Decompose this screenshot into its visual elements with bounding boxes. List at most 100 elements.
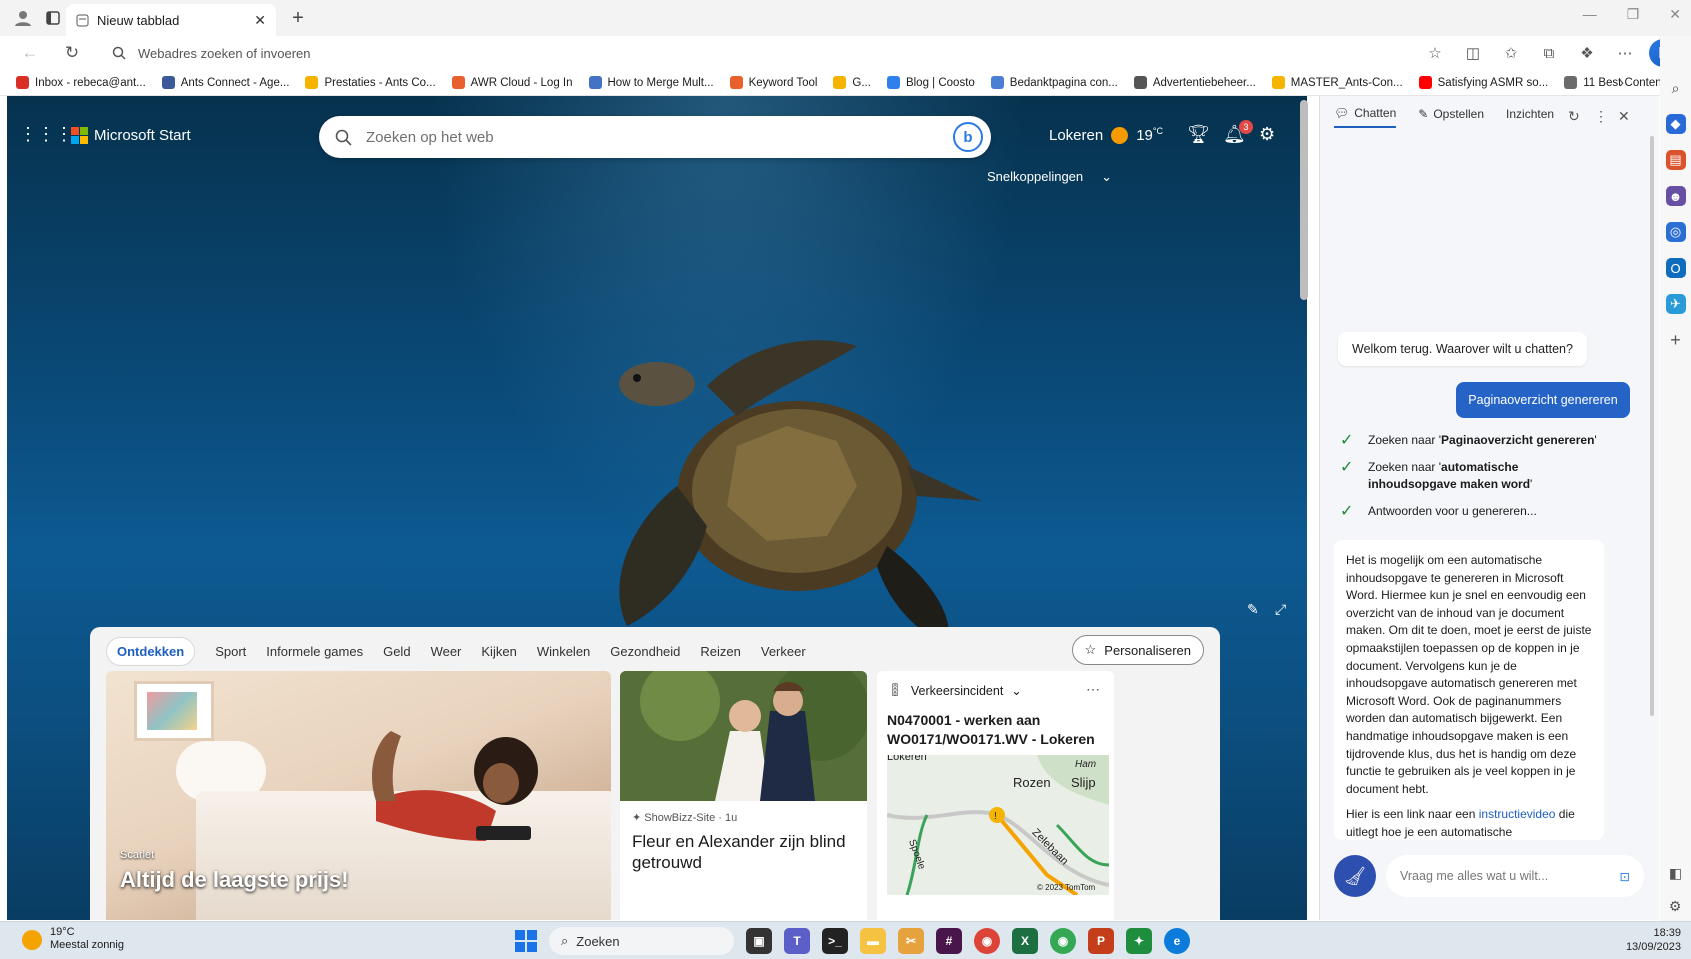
taskbar-weather[interactable]: 19°C Meestal zonnig — [22, 926, 124, 952]
bookmark-item[interactable]: Satisfying ASMR so... — [1418, 76, 1548, 89]
bookmark-item[interactable]: Advertentiebeheer... — [1133, 76, 1256, 89]
bookmark-item[interactable]: Prestaties - Ants Co... — [305, 76, 436, 89]
restore-icon[interactable]: ❐ — [1627, 6, 1640, 23]
copilot-scrollbar[interactable] — [1650, 136, 1654, 716]
browser-tab[interactable]: Nieuw tabblad ✕ — [66, 4, 276, 36]
weather-widget[interactable]: Lokeren 19°C — [1049, 126, 1163, 144]
terminal-icon[interactable]: >_ — [822, 928, 848, 954]
tab-insights[interactable]: Inzichten — [1506, 107, 1554, 127]
chrome-profile-icon[interactable]: ◉ — [1050, 928, 1076, 954]
feed-tab[interactable]: Reizen — [700, 644, 740, 659]
outlook-icon[interactable]: O — [1665, 258, 1686, 278]
tools-icon[interactable]: ▤ — [1665, 150, 1686, 170]
tab-compose[interactable]: ✎ Opstellen — [1418, 107, 1484, 127]
collections-icon[interactable]: ⧉ — [1535, 39, 1563, 67]
bookmark-item[interactable]: MASTER_Ants-Con... — [1271, 76, 1403, 89]
powerpoint-icon[interactable]: P — [1088, 928, 1114, 954]
news-card[interactable]: ✦ ShowBizz-Site · 1u Fleur en Alexander … — [620, 671, 867, 920]
refresh-icon[interactable]: ↻ — [1568, 108, 1580, 125]
slack-icon[interactable]: # — [936, 928, 962, 954]
file-explorer-icon[interactable]: ▬ — [860, 928, 886, 954]
more-menu-icon[interactable]: ⋯ — [1611, 39, 1639, 67]
bookmark-favicon-icon — [990, 76, 1004, 89]
refresh-icon[interactable]: ↻ — [56, 39, 88, 67]
promo-card[interactable]: Scarlet Altijd de laagste prijs! — [106, 671, 611, 920]
back-icon[interactable]: ← — [14, 39, 46, 67]
bing-chat-icon[interactable]: b — [953, 122, 983, 152]
screenshot-icon[interactable]: ⊡ — [1620, 869, 1630, 884]
ask-input[interactable]: Vraag me alles wat u wilt... ⊡ — [1386, 855, 1644, 897]
app-launcher-icon[interactable]: ⋮⋮⋮ — [19, 125, 73, 143]
edit-background-icon[interactable]: ✎ — [1247, 601, 1259, 618]
web-search-box[interactable]: Zoeken op het web b — [319, 116, 991, 158]
bookmark-item[interactable]: How to Merge Mult... — [588, 76, 714, 89]
excel-icon[interactable]: X — [1012, 928, 1038, 954]
address-field[interactable]: Webadres zoeken of invoeren — [100, 39, 1420, 67]
bookmark-item[interactable]: AWR Cloud - Log In — [451, 76, 573, 89]
feed-tab[interactable]: Winkelen — [537, 644, 590, 659]
video-link[interactable]: instructievideo — [1479, 807, 1556, 821]
tab-chat[interactable]: 💬︎ Chatten — [1334, 106, 1397, 128]
traffic-header: Verkeersincident — [910, 683, 1004, 698]
minimize-icon[interactable]: — — [1583, 6, 1597, 23]
taskbar-search[interactable]: ⌕ Zoeken — [549, 927, 734, 955]
evernote-icon[interactable]: ✦ — [1126, 928, 1152, 954]
expand-icon[interactable]: ⤢ — [1275, 601, 1286, 618]
close-icon[interactable]: ✕ — [1618, 108, 1630, 125]
personalize-label: Personaliseren — [1104, 642, 1191, 658]
chrome-icon[interactable]: ◉ — [974, 928, 1000, 954]
personalize-button[interactable]: ☆ Personaliseren — [1071, 635, 1204, 665]
tab-actions-icon[interactable] — [46, 11, 60, 25]
microsoft-start-logo[interactable]: Microsoft Start — [71, 127, 191, 144]
taskbar-clock[interactable]: 18:39 13/09/2023 — [1626, 926, 1681, 954]
new-tab-button[interactable]: + — [284, 0, 312, 36]
page-scrollbar[interactable] — [1300, 100, 1308, 300]
traffic-map[interactable]: ! Lokeren Rozen Slijp Ham Spoele Zelebaa… — [887, 755, 1109, 895]
feed-tab[interactable]: Informele games — [266, 644, 363, 659]
bookmark-item[interactable]: G... — [833, 76, 871, 89]
bookmark-item[interactable]: Inbox - rebeca@ant... — [16, 76, 146, 89]
task-view-icon[interactable]: ▣ — [746, 928, 772, 954]
favorite-star-icon[interactable]: ☆ — [1421, 39, 1449, 67]
bookmark-item[interactable]: Ants Connect - Age... — [161, 76, 289, 89]
profile-icon[interactable] — [14, 9, 32, 27]
teams-icon[interactable]: T — [784, 928, 810, 954]
drop-icon[interactable]: ✈ — [1665, 294, 1686, 314]
people-icon[interactable]: ☻ — [1665, 186, 1686, 206]
feed-tab[interactable]: Ontdekken — [106, 636, 196, 666]
sidebar-layout-icon[interactable]: ◧ — [1669, 865, 1682, 882]
rewards-trophy-icon[interactable]: 🏆︎ — [1187, 124, 1210, 145]
chevron-down-icon[interactable]: ⌄ — [1011, 683, 1021, 698]
start-button[interactable] — [515, 930, 537, 952]
bookmark-item[interactable]: Bedanktpagina con... — [990, 76, 1118, 89]
bookmark-label: G... — [852, 76, 871, 89]
sidebar-settings-icon[interactable]: ⚙ — [1669, 898, 1682, 915]
more-options-icon[interactable]: ⋮ — [1594, 108, 1608, 125]
new-topic-broom-icon[interactable]: 🧹︎ — [1334, 855, 1376, 897]
office-icon[interactable]: ◎ — [1665, 222, 1686, 242]
close-window-icon[interactable]: ✕ — [1669, 6, 1681, 23]
quick-links-toggle[interactable]: Snelkoppelingen ⌄ — [987, 169, 1112, 185]
feed-tab[interactable]: Geld — [383, 644, 410, 659]
extensions-icon[interactable]: ❖ — [1573, 39, 1601, 67]
search-sidebar-icon[interactable]: ⌕ — [1666, 78, 1686, 98]
bookmark-item[interactable]: Blog | Coosto — [886, 76, 975, 89]
feed-tab[interactable]: Kijken — [481, 644, 516, 659]
settings-gear-icon[interactable]: ⚙ — [1259, 124, 1275, 145]
close-tab-icon[interactable]: ✕ — [254, 12, 266, 29]
bookmark-favicon-icon — [1564, 76, 1578, 89]
bookmark-item[interactable]: Keyword Tool — [729, 76, 817, 89]
shopping-icon[interactable]: ◆ — [1665, 114, 1686, 134]
feed-tab[interactable]: Gezondheid — [610, 644, 680, 659]
favorites-icon[interactable]: ✩ — [1497, 39, 1525, 67]
traffic-card[interactable]: 🚦︎ Verkeersincident ⌄ ⋯ N0470001 - werke… — [877, 671, 1114, 920]
feed-tab[interactable]: Sport — [215, 644, 246, 659]
add-sidebar-app-icon[interactable]: + — [1666, 330, 1686, 350]
more-bookmarks-icon[interactable]: › — [1619, 74, 1624, 91]
feed-tab[interactable]: Verkeer — [761, 644, 806, 659]
feed-tab[interactable]: Weer — [431, 644, 462, 659]
split-screen-icon[interactable]: ◫ — [1459, 39, 1487, 67]
edge-icon[interactable]: e — [1164, 928, 1190, 954]
more-options-icon[interactable]: ⋯ — [1086, 681, 1100, 698]
snipping-tool-icon[interactable]: ✂ — [898, 928, 924, 954]
